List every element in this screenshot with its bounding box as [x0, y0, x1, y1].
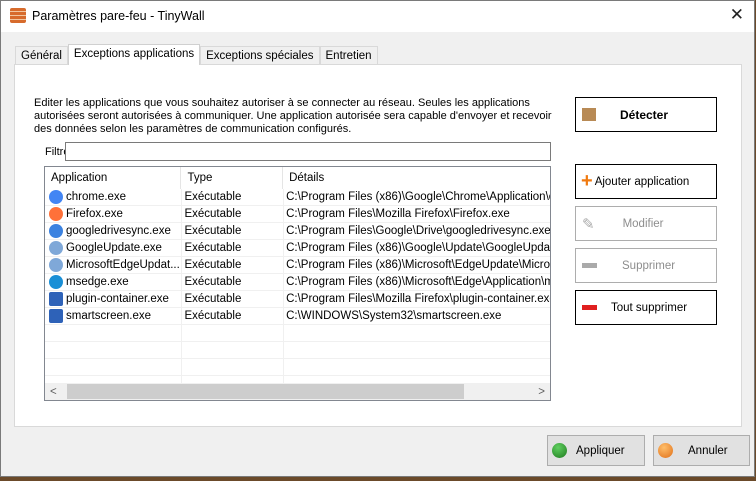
app-name: plugin-container.exe [66, 293, 169, 305]
app-name: Firefox.exe [66, 208, 123, 220]
horizontal-scrollbar[interactable]: < > [45, 383, 550, 400]
window-title: Paramètres pare-feu - TinyWall [32, 9, 205, 23]
app-name: GoogleUpdate.exe [66, 242, 162, 254]
table-row[interactable]: MicrosoftEdgeUpdat... Exécutable C:\Progra… [45, 257, 550, 274]
app-type: Exécutable [181, 274, 283, 290]
app-details: C:\WINDOWS\System32\smartscreen.exe [283, 308, 550, 324]
tinywall-icon [10, 8, 26, 23]
google-drive-icon [49, 224, 63, 238]
app-details: C:\Program Files\Mozilla Firefox\Firefox… [283, 206, 550, 222]
edge-icon [49, 275, 63, 289]
app-name: smartscreen.exe [66, 310, 152, 322]
app-type: Exécutable [181, 206, 283, 222]
remove-all-button[interactable]: Tout supprimer [575, 290, 717, 325]
cancel-button[interactable]: Annuler [653, 435, 750, 466]
scroll-left-icon[interactable]: < [50, 386, 57, 398]
app-details: C:\Program Files\Google\Drive\googledriv… [283, 223, 550, 239]
detect-label: Détecter [620, 107, 669, 122]
close-button[interactable]: ✕ [730, 5, 744, 25]
minus-icon [582, 263, 597, 268]
remove-all-label: Tout supprimer [611, 301, 688, 314]
title-bar: Paramètres pare-feu - TinyWall ✕ [1, 1, 754, 32]
remove-label: Supprimer [622, 259, 676, 272]
cancel-label: Annuler [688, 444, 728, 457]
app-details: C:\Program Files (x86)\Google\Update\Goo… [283, 240, 550, 256]
app-name: MicrosoftEdgeUpdat... [66, 259, 180, 271]
apply-button[interactable]: Appliquer [547, 435, 645, 466]
app-type: Exécutable [181, 189, 283, 205]
settings-window: Paramètres pare-feu - TinyWall ✕ Général… [0, 0, 755, 477]
apply-label: Appliquer [576, 444, 625, 457]
app-name: googledrivesync.exe [66, 225, 171, 237]
tab-bar: Général Exceptions applications Exceptio… [15, 44, 378, 65]
box-icon [582, 108, 596, 121]
empty-row [45, 325, 550, 342]
description-text: Editer les applications que vous souhait… [34, 97, 552, 135]
app-details: C:\Program Files (x86)\Google\Chrome\App… [283, 189, 550, 205]
tab-general[interactable]: Général [15, 46, 68, 65]
app-details: C:\Program Files (x86)\Microsoft\EdgeUpd… [283, 257, 550, 273]
add-label: Ajouter application [594, 175, 690, 188]
plus-icon: + [581, 170, 593, 192]
app-type: Exécutable [181, 308, 283, 324]
empty-row [45, 342, 550, 359]
table-row[interactable]: chrome.exe Exécutable C:\Program Files (x8… [45, 189, 550, 206]
app-type: Exécutable [181, 240, 283, 256]
app-window-icon [49, 292, 63, 306]
tab-maintenance[interactable]: Entretien [319, 46, 378, 65]
modify-label: Modifier [622, 217, 664, 230]
update-icon [49, 241, 63, 255]
remove-button[interactable]: Supprimer [575, 248, 717, 283]
chrome-icon [49, 190, 63, 204]
app-name: chrome.exe [66, 191, 127, 203]
detect-button[interactable]: Détecter [575, 97, 717, 132]
add-application-button[interactable]: + Ajouter application [575, 164, 717, 199]
scrollbar-thumb[interactable] [67, 384, 464, 399]
table-row[interactable]: plugin-container.exe Exécutable C:\Program… [45, 291, 550, 308]
table-row[interactable]: googledrivesync.exe Exécutable C:\Program … [45, 223, 550, 240]
app-name: msedge.exe [66, 276, 129, 288]
firefox-icon [49, 207, 63, 221]
table-row[interactable]: GoogleUpdate.exe Exécutable C:\Program Fil… [45, 240, 550, 257]
green-dot-icon [552, 443, 567, 458]
table-row[interactable]: smartscreen.exe Exécutable C:\WINDOWS\Syst… [45, 308, 550, 325]
app-window-icon [49, 309, 63, 323]
table-row[interactable]: msedge.exe Exécutable C:\Program Files (x8… [45, 274, 550, 291]
app-type: Exécutable [181, 257, 283, 273]
applications-list[interactable]: Application Type Détails chrome.exe Exécu… [44, 166, 551, 401]
app-type: Exécutable [181, 223, 283, 239]
orange-dot-icon [658, 443, 673, 458]
pencil-icon: ✎ [582, 215, 595, 233]
column-header-details[interactable]: Détails [283, 167, 550, 189]
tab-special-exceptions[interactable]: Exceptions spéciales [200, 46, 320, 65]
minus-red-icon [582, 305, 597, 310]
tab-app-exceptions[interactable]: Exceptions applications [67, 44, 201, 65]
table-row[interactable]: Firefox.exe Exécutable C:\Program Files\Mo… [45, 206, 550, 223]
empty-row [45, 359, 550, 376]
app-type: Exécutable [181, 291, 283, 307]
modify-button[interactable]: ✎ Modifier [575, 206, 717, 241]
column-header-application[interactable]: Application [45, 167, 182, 189]
update-icon [49, 258, 63, 272]
filter-input[interactable] [65, 142, 551, 161]
app-details: C:\Program Files\Mozilla Firefox\plugin-… [283, 291, 550, 307]
column-header-type[interactable]: Type [181, 167, 284, 189]
app-details: C:\Program Files (x86)\Microsoft\Edge\Ap… [283, 274, 550, 290]
scroll-right-icon[interactable]: > [538, 386, 545, 398]
